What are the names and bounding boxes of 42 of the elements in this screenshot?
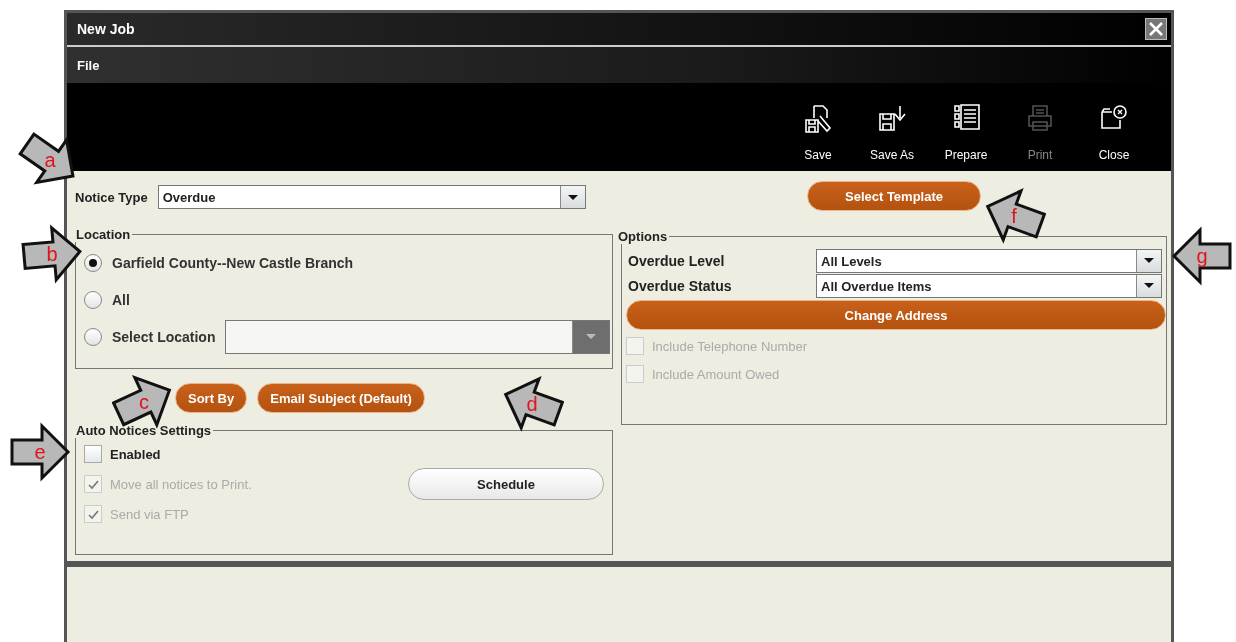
dropdown-field[interactable]: All Levels: [816, 248, 1162, 273]
callout-arrow: e: [8, 420, 72, 484]
radio-label: All: [112, 291, 130, 308]
field-label: Overdue Status: [627, 277, 733, 294]
caret-icon: [1144, 258, 1154, 263]
save-icon: [802, 102, 834, 134]
checkbox-label: Move all notices to Print.: [110, 476, 252, 492]
checkbox-label: Include Amount Owed: [652, 366, 780, 382]
schedule-button[interactable]: Schedule: [408, 468, 604, 500]
select-template-button[interactable]: Select Template: [807, 181, 981, 211]
radio-label: Garfield County--New Castle Branch: [112, 254, 354, 271]
caret-icon: [1144, 283, 1154, 288]
toolbar-button[interactable]: Close: [1079, 102, 1149, 162]
checkmark-icon: [86, 508, 100, 520]
radio-button[interactable]: [84, 290, 102, 309]
checkbox-label: Include Telephone Number: [652, 338, 808, 354]
sort-by-button[interactable]: Sort By: [175, 383, 248, 413]
dropdown-field[interactable]: Overdue: [157, 185, 586, 209]
radio-button[interactable]: [84, 327, 102, 346]
radio-label: Select Location: [112, 328, 216, 345]
caret-icon: [567, 194, 578, 200]
dropdown-field[interactable]: All Overdue Items: [816, 273, 1162, 298]
group-title: Location: [75, 227, 132, 242]
checkbox-label: Send via FTP: [110, 506, 189, 522]
group-title: Options: [617, 229, 669, 244]
field-label: Notice Type: [75, 189, 148, 205]
checkbox-label: Enabled: [110, 446, 161, 462]
field-label: Overdue Level: [627, 252, 726, 269]
caret-icon: [586, 334, 596, 339]
checkbox[interactable]: [84, 445, 102, 463]
window-title: New Job: [77, 21, 135, 37]
toolbar-button[interactable]: Save: [783, 102, 853, 162]
change-address-button[interactable]: Change Address: [626, 300, 1166, 330]
menu-item[interactable]: File: [77, 57, 100, 73]
checkmark-icon: [86, 478, 100, 490]
callout-arrow: g: [1170, 224, 1234, 288]
group-title: Auto Notices Settings: [75, 423, 213, 438]
email-subject-button[interactable]: Email Subject (Default): [257, 383, 425, 413]
radio-button[interactable]: [84, 253, 102, 272]
toolbar-button[interactable]: Save As: [857, 102, 927, 162]
close-button[interactable]: [1145, 18, 1167, 40]
toolbar-button[interactable]: Prepare: [931, 102, 1001, 162]
